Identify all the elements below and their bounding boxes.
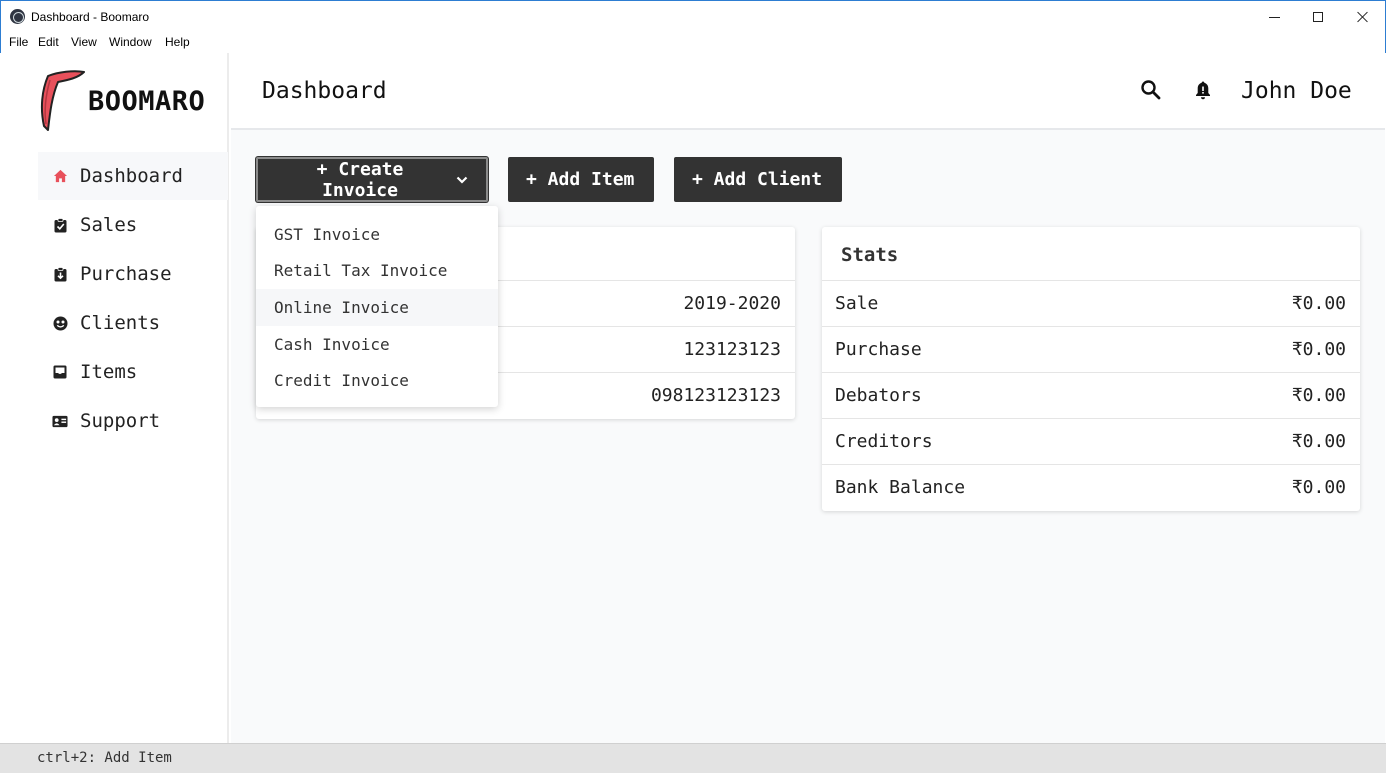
close-button[interactable] bbox=[1340, 1, 1386, 33]
sidebar-item-items[interactable]: Items bbox=[38, 348, 228, 396]
smiley-icon bbox=[52, 315, 68, 331]
stats-value: ₹0.00 bbox=[1291, 431, 1346, 452]
menu-item-gst-invoice[interactable]: GST Invoice bbox=[256, 216, 498, 253]
stats-value: ₹0.00 bbox=[1291, 477, 1346, 498]
status-text: ctrl+2: Add Item bbox=[37, 750, 172, 766]
stats-label: Debators bbox=[835, 385, 922, 406]
stats-row: Purchase ₹0.00 bbox=[822, 327, 1360, 373]
search-icon[interactable] bbox=[1140, 79, 1162, 101]
maximize-icon bbox=[1313, 12, 1323, 22]
menu-file[interactable]: File bbox=[9, 35, 28, 49]
sidebar-item-label: Support bbox=[80, 410, 161, 432]
stats-row: Bank Balance ₹0.00 bbox=[822, 465, 1360, 511]
sidebar-item-label: Sales bbox=[80, 214, 138, 236]
chevron-down-icon bbox=[456, 176, 468, 184]
page-title: Dashboard bbox=[262, 78, 387, 104]
stats-label: Bank Balance bbox=[835, 477, 966, 498]
inbox-icon bbox=[52, 364, 68, 380]
page-header: Dashboard John Doe bbox=[231, 53, 1385, 130]
add-item-button[interactable]: + Add Item bbox=[508, 157, 654, 202]
info-value: 098123123123 bbox=[650, 385, 781, 406]
stats-title: Stats bbox=[841, 244, 899, 266]
home-icon bbox=[52, 168, 68, 184]
contact-card-icon bbox=[52, 413, 68, 429]
invoice-dropdown-menu: GST Invoice Retail Tax Invoice Online In… bbox=[256, 206, 498, 407]
close-icon bbox=[1357, 11, 1369, 23]
menu-item-online-invoice[interactable]: Online Invoice bbox=[256, 289, 498, 326]
clipboard-download-icon bbox=[52, 266, 68, 282]
add-client-button[interactable]: + Add Client bbox=[674, 157, 842, 202]
sidebar-item-label: Items bbox=[80, 361, 138, 383]
maximize-button[interactable] bbox=[1295, 1, 1341, 33]
sidebar-item-label: Clients bbox=[80, 312, 161, 334]
sidebar-item-label: Purchase bbox=[80, 263, 172, 285]
bell-icon[interactable] bbox=[1192, 79, 1214, 101]
stats-value: ₹0.00 bbox=[1291, 385, 1346, 406]
sidebar-item-purchase[interactable]: Purchase bbox=[38, 250, 228, 298]
electron-icon bbox=[10, 9, 25, 24]
info-value: 2019-2020 bbox=[683, 293, 781, 314]
stats-row: Creditors ₹0.00 bbox=[822, 419, 1360, 465]
sidebar: BOOMARO Dashboard Sales Purchase Clients… bbox=[1, 53, 229, 743]
create-invoice-button[interactable]: + Create Invoice bbox=[256, 157, 488, 202]
menu-help[interactable]: Help bbox=[165, 35, 190, 49]
brand-name: BOOMARO bbox=[88, 86, 206, 117]
status-bar: ctrl+2: Add Item bbox=[0, 743, 1386, 773]
user-name[interactable]: John Doe bbox=[1241, 78, 1352, 104]
menu-window[interactable]: Window bbox=[109, 35, 152, 49]
sidebar-item-clients[interactable]: Clients bbox=[38, 299, 228, 347]
menu-item-cash-invoice[interactable]: Cash Invoice bbox=[256, 326, 498, 363]
window-title: Dashboard - Boomaro bbox=[31, 10, 150, 24]
minimize-button[interactable] bbox=[1251, 1, 1297, 33]
stats-row: Sale ₹0.00 bbox=[822, 281, 1360, 327]
menu-item-retail-tax-invoice[interactable]: Retail Tax Invoice bbox=[256, 253, 498, 290]
boomerang-icon bbox=[40, 70, 85, 131]
menu-bar: File Edit View Window Help bbox=[0, 32, 1386, 53]
stats-card-header: Stats bbox=[822, 227, 1360, 281]
stats-label: Purchase bbox=[835, 339, 922, 360]
stats-value: ₹0.00 bbox=[1291, 339, 1346, 360]
title-bar: Dashboard - Boomaro bbox=[0, 0, 1386, 32]
stats-row: Debators ₹0.00 bbox=[822, 373, 1360, 419]
minimize-icon bbox=[1268, 16, 1280, 18]
sidebar-item-dashboard[interactable]: Dashboard bbox=[38, 152, 228, 200]
stats-value: ₹0.00 bbox=[1291, 293, 1346, 314]
sidebar-item-sales[interactable]: Sales bbox=[38, 201, 228, 249]
stats-label: Creditors bbox=[835, 431, 933, 452]
clipboard-icon bbox=[52, 217, 68, 233]
create-invoice-label: + Create Invoice bbox=[316, 158, 404, 201]
menu-item-credit-invoice[interactable]: Credit Invoice bbox=[256, 362, 498, 399]
info-value: 123123123 bbox=[683, 339, 781, 360]
sidebar-item-support[interactable]: Support bbox=[38, 397, 228, 445]
stats-label: Sale bbox=[835, 293, 879, 314]
menu-edit[interactable]: Edit bbox=[38, 35, 59, 49]
sidebar-item-label: Dashboard bbox=[80, 165, 183, 187]
menu-view[interactable]: View bbox=[71, 35, 97, 49]
stats-card: Stats Sale ₹0.00 Purchase ₹0.00 Debators… bbox=[822, 227, 1360, 511]
